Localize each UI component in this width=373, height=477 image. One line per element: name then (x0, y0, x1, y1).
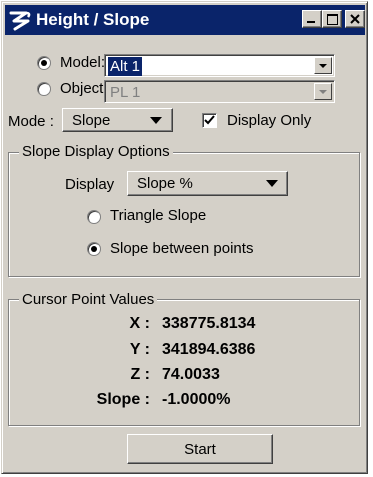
close-button[interactable] (345, 10, 365, 28)
chevron-down-icon (319, 64, 327, 68)
object-combo: PL 1 (104, 80, 335, 103)
x-label: X : (129, 315, 150, 332)
slope-label: Slope : (96, 391, 150, 408)
mode-value: Slope (72, 112, 111, 129)
object-radio[interactable] (37, 82, 51, 96)
checkmark-icon (204, 115, 215, 125)
model-combo[interactable]: Alt 1 (104, 54, 335, 77)
minimize-button[interactable] (302, 10, 322, 28)
close-icon (350, 14, 360, 24)
chevron-down-icon (266, 180, 278, 187)
mode-label: Mode : (8, 113, 54, 130)
cursor-point-values-label: Cursor Point Values (19, 291, 158, 308)
display-only-label: Display Only (227, 112, 312, 129)
maximize-button[interactable] (322, 10, 342, 28)
start-button-label: Start (184, 441, 216, 458)
height-slope-window: Height / Slope Model: Alt 1 Object: PL 1… (1, 1, 368, 474)
object-dropdown-button (314, 83, 332, 100)
model-label: Model: (60, 54, 106, 71)
display-dropdown[interactable]: Slope % (127, 171, 288, 196)
title-bar[interactable]: Height / Slope (5, 5, 365, 35)
x-value: 338775.8134 (162, 315, 256, 332)
display-value: Slope % (137, 175, 193, 192)
chevron-down-icon (150, 117, 162, 124)
slope-between-points-label: Slope between points (110, 240, 254, 257)
window-title: Height / Slope (36, 10, 150, 29)
triangle-slope-radio[interactable] (87, 210, 101, 224)
slope-between-points-radio[interactable] (87, 242, 101, 256)
y-label: Y : (129, 341, 150, 358)
model-value: Alt 1 (108, 57, 143, 76)
display-label: Display (65, 176, 115, 193)
z-label: Z : (130, 366, 150, 383)
app-logo-icon (9, 11, 31, 31)
slope-display-options-label: Slope Display Options (19, 143, 173, 160)
model-dropdown-button[interactable] (314, 57, 332, 74)
y-value: 341894.6386 (162, 341, 256, 358)
display-only-checkbox[interactable] (202, 113, 217, 128)
object-value: PL 1 (110, 84, 141, 101)
z-value: 74.0033 (162, 366, 220, 383)
minimize-icon (307, 21, 315, 23)
start-button[interactable]: Start (127, 434, 273, 464)
maximize-icon (327, 14, 338, 25)
mode-dropdown[interactable]: Slope (62, 108, 173, 132)
model-radio[interactable] (37, 56, 51, 70)
triangle-slope-label: Triangle Slope (110, 207, 207, 224)
chevron-down-icon (319, 90, 327, 94)
object-label: Object: (60, 80, 108, 97)
slope-value: -1.0000% (162, 391, 231, 408)
